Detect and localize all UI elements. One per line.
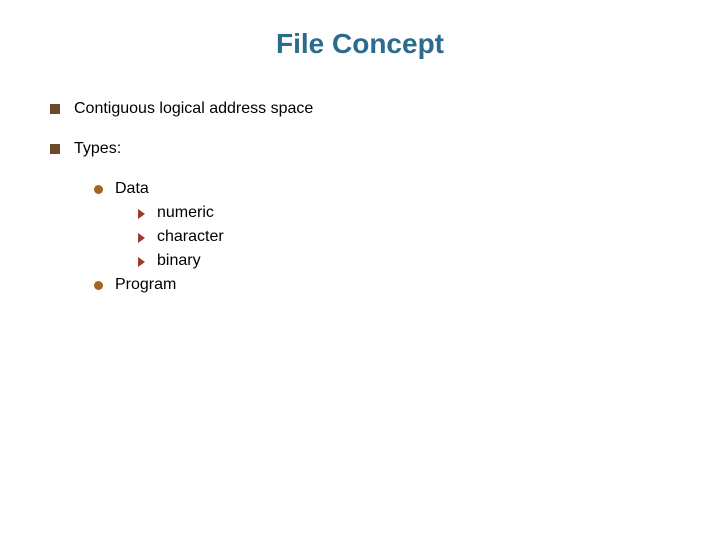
slide: File Concept Contiguous logical address … [0,0,720,540]
square-bullet-icon [50,104,60,114]
bullet-level1: Contiguous logical address space [50,100,670,118]
bullet-level3: binary [138,252,670,270]
bullet-level3: numeric [138,204,670,222]
bullet-level2: Data [94,180,670,198]
bullet-text: Program [115,276,176,294]
slide-title: File Concept [0,28,720,60]
bullet-text: Data [115,180,149,198]
bullet-text: character [157,228,224,246]
arrow-bullet-icon [138,209,145,219]
bullet-level3: character [138,228,670,246]
circle-bullet-icon [94,281,103,290]
arrow-bullet-icon [138,233,145,243]
bullet-level1: Types: [50,140,670,158]
slide-body: Contiguous logical address space Types: … [50,100,670,312]
bullet-text: Types: [74,140,121,158]
square-bullet-icon [50,144,60,154]
bullet-text: numeric [157,204,214,222]
bullet-text: binary [157,252,201,270]
arrow-bullet-icon [138,257,145,267]
bullet-level2: Program [94,276,670,294]
circle-bullet-icon [94,185,103,194]
bullet-text: Contiguous logical address space [74,100,313,118]
